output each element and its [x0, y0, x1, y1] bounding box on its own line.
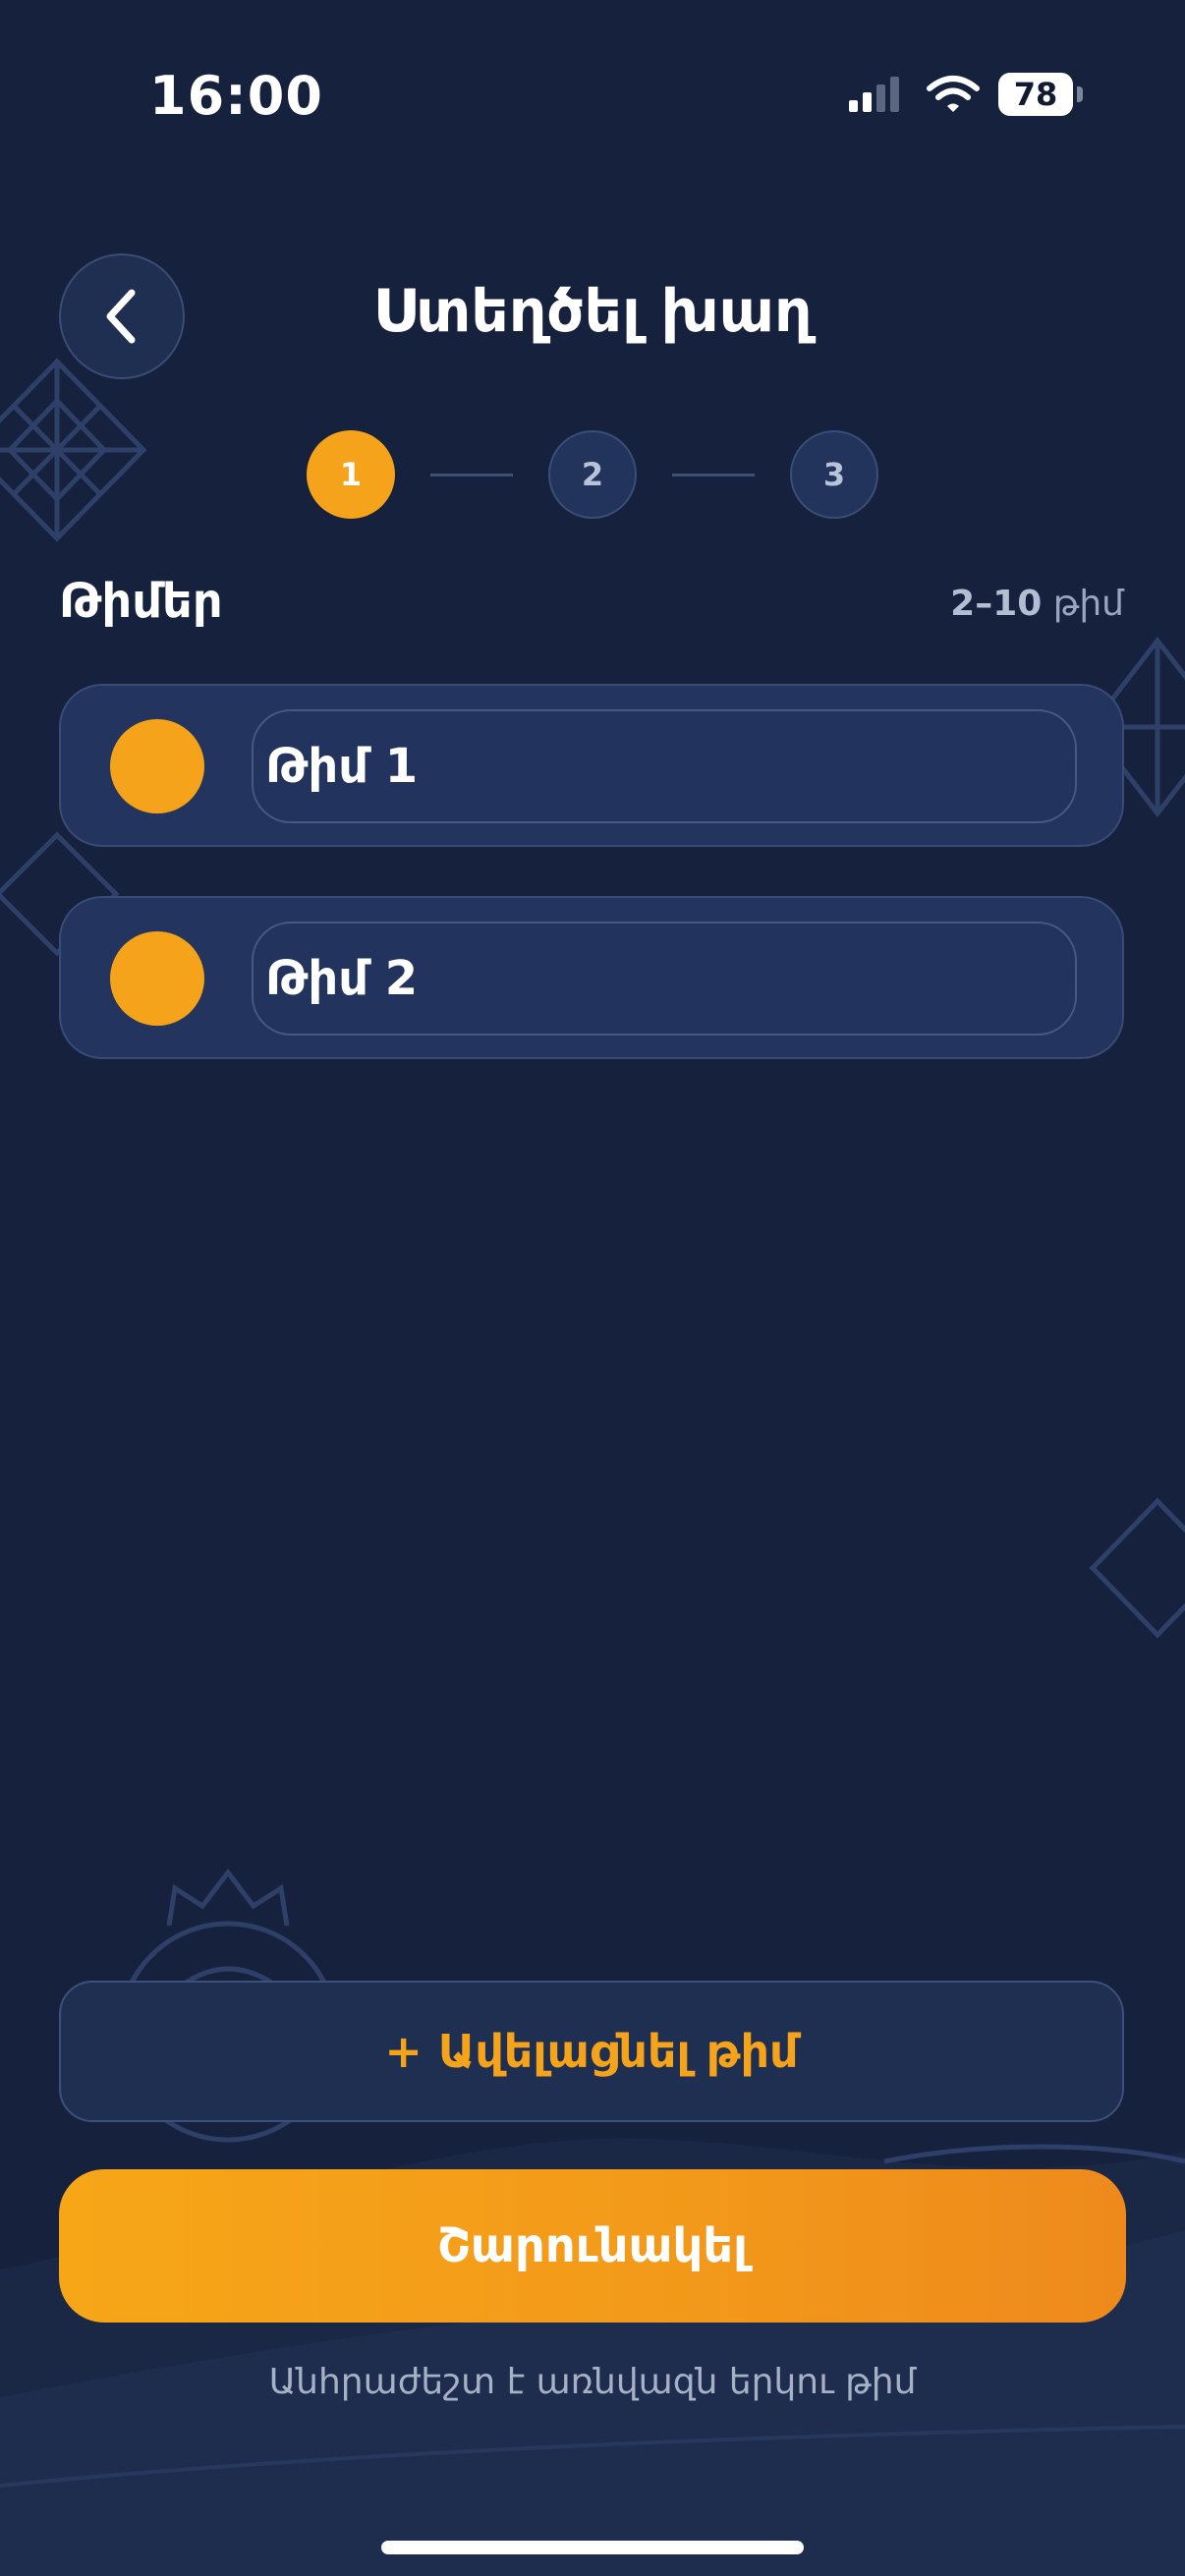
- step-1: 1: [307, 430, 395, 519]
- step-3: 3: [790, 430, 878, 519]
- step-connector: [672, 474, 755, 476]
- back-chevron-icon: [106, 289, 136, 344]
- wifi-icon: [927, 76, 980, 112]
- status-time: 16:00: [149, 65, 323, 127]
- team-row: [59, 896, 1124, 1059]
- home-indicator[interactable]: [381, 2541, 804, 2554]
- teams-range: 2–10 թիմ: [950, 584, 1124, 624]
- status-bar: 16:00 78: [0, 0, 1185, 196]
- team-row: [59, 684, 1124, 847]
- step-2: 2: [548, 430, 637, 519]
- team-name-input[interactable]: [252, 922, 1077, 1036]
- battery-tip: [1077, 86, 1083, 102]
- team-name-input[interactable]: [252, 709, 1077, 823]
- team-color-picker[interactable]: [110, 931, 204, 1026]
- teams-range-count: 2–10: [950, 584, 1043, 624]
- step-connector: [430, 474, 513, 476]
- back-button[interactable]: [59, 253, 185, 379]
- battery-icon: 78: [998, 73, 1083, 116]
- teams-heading: Թիմեր: [59, 574, 223, 629]
- battery-level: 78: [998, 73, 1073, 116]
- continue-button[interactable]: Շարունակել: [59, 2169, 1126, 2323]
- progress-stepper: 1 2 3: [0, 430, 1185, 519]
- add-team-button[interactable]: + Ավելացնել թիմ: [59, 1981, 1124, 2122]
- team-color-picker[interactable]: [110, 719, 204, 813]
- min-teams-hint: Անհրաժեշտ է առնվազն երկու թիմ: [268, 2362, 917, 2402]
- page-title: Ստեղծել խաղ: [372, 277, 813, 346]
- signal-icon: [849, 77, 899, 112]
- teams-range-unit: թիմ: [1052, 584, 1124, 624]
